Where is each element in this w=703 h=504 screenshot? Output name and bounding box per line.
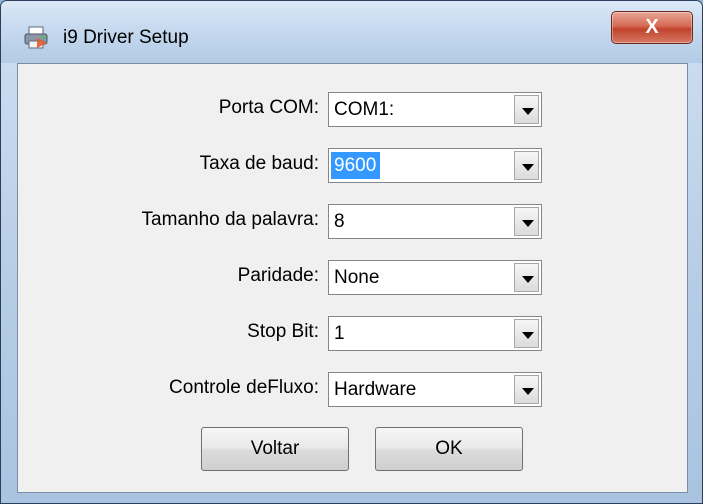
controle-de-fluxo-label: Controle deFluxo: xyxy=(169,377,319,398)
chevron-down-icon[interactable] xyxy=(514,207,539,236)
chevron-down-icon[interactable] xyxy=(514,263,539,292)
close-icon: X xyxy=(645,16,659,38)
controle-de-fluxo-select[interactable]: Hardware xyxy=(328,372,542,407)
tamanho-da-palavra-value: 8 xyxy=(334,211,345,232)
close-button[interactable]: X xyxy=(611,11,693,44)
title-bar[interactable]: i9 Driver Setup X xyxy=(1,1,702,63)
printer-icon xyxy=(23,26,51,50)
taxa-de-baud-select[interactable]: 9600 xyxy=(328,148,542,183)
taxa-de-baud-value: 9600 xyxy=(331,152,381,179)
voltar-button[interactable]: Voltar xyxy=(201,427,349,471)
porta-com-value: COM1: xyxy=(334,99,395,120)
porta-com-select[interactable]: COM1: xyxy=(328,92,542,127)
chevron-down-icon[interactable] xyxy=(514,95,539,124)
dialog-client-area: Porta COM: COM1: Taxa de baud: 9600 Tama… xyxy=(17,63,688,493)
tamanho-da-palavra-label: Tamanho da palavra: xyxy=(141,209,319,230)
stop-bit-select[interactable]: 1 xyxy=(328,316,542,351)
taxa-de-baud-label: Taxa de baud: xyxy=(199,153,319,174)
stop-bit-label: Stop Bit: xyxy=(247,321,319,342)
paridade-value: None xyxy=(334,267,380,288)
chevron-down-icon[interactable] xyxy=(514,375,539,404)
ok-button[interactable]: OK xyxy=(375,427,523,471)
stop-bit-value: 1 xyxy=(334,323,345,344)
chevron-down-icon[interactable] xyxy=(514,151,539,180)
paridade-select[interactable]: None xyxy=(328,260,542,295)
paridade-label: Paridade: xyxy=(237,265,319,286)
tamanho-da-palavra-select[interactable]: 8 xyxy=(328,204,542,239)
chevron-down-icon[interactable] xyxy=(514,319,539,348)
porta-com-label: Porta COM: xyxy=(218,97,319,118)
dialog-window: i9 Driver Setup X Porta COM: COM1: Taxa … xyxy=(0,0,703,504)
window-title: i9 Driver Setup xyxy=(63,27,189,48)
controle-de-fluxo-value: Hardware xyxy=(334,379,417,400)
